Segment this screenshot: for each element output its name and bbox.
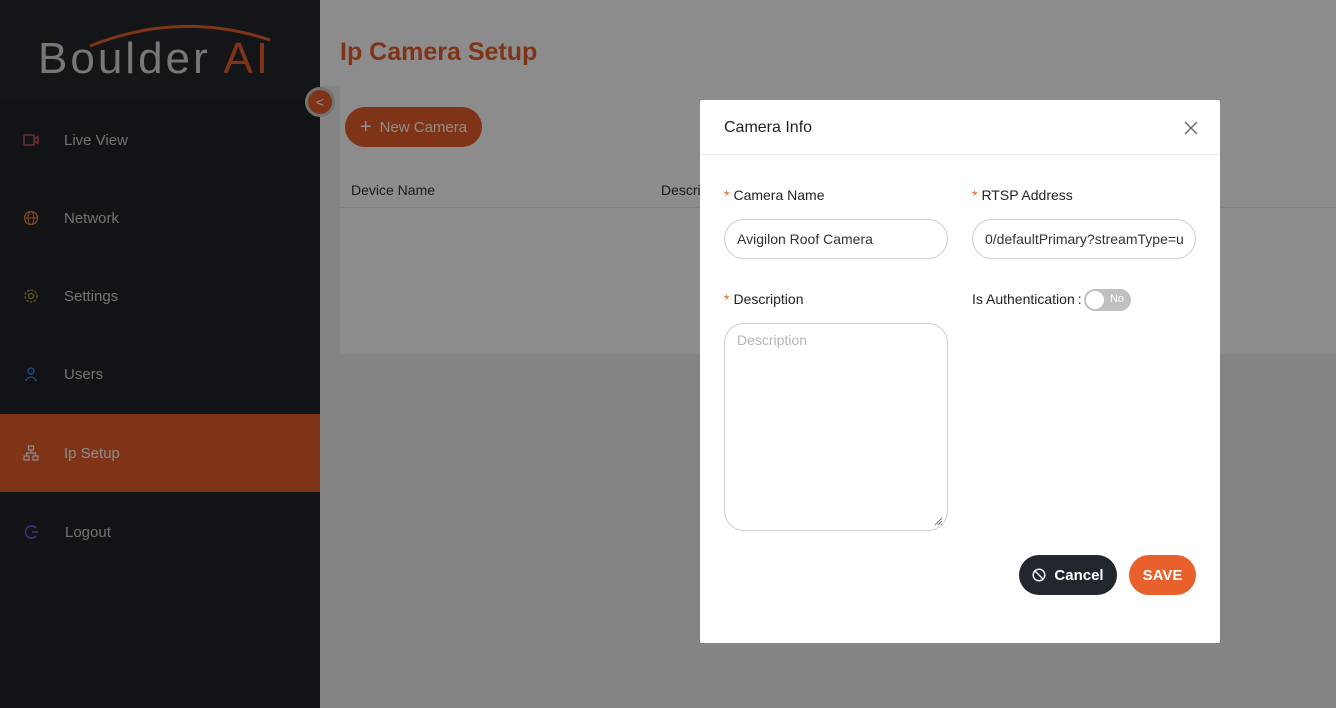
toggle-state-label: No bbox=[1109, 293, 1124, 305]
ban-icon bbox=[1032, 568, 1046, 582]
authentication-colon: : bbox=[1077, 291, 1082, 307]
description-label: * Description bbox=[724, 291, 803, 307]
camera-info-modal: Camera Info *Camera Name *RTSP Address *… bbox=[700, 100, 1220, 643]
required-mark: * bbox=[724, 291, 730, 307]
camera-name-label-text: Camera Name bbox=[733, 187, 825, 203]
required-mark: * bbox=[972, 187, 978, 203]
camera-name-label: * Camera Name bbox=[724, 187, 824, 203]
cancel-label: Cancel bbox=[1054, 566, 1104, 584]
required-mark: * bbox=[724, 187, 730, 203]
authentication-toggle[interactable]: No bbox=[1084, 289, 1131, 311]
save-button[interactable]: SAVE bbox=[1129, 555, 1196, 595]
modal-title: Camera Info bbox=[724, 119, 813, 136]
cancel-button[interactable]: Cancel bbox=[1019, 555, 1117, 595]
rtsp-address-input[interactable] bbox=[972, 219, 1196, 259]
close-button[interactable] bbox=[1180, 117, 1202, 139]
authentication-label: Is Authentication: bbox=[972, 291, 1082, 307]
save-label: SAVE bbox=[1142, 566, 1183, 584]
rtsp-address-label-text: RTSP Address bbox=[981, 187, 1073, 203]
authentication-label-text: Is Authentication bbox=[972, 291, 1075, 307]
resize-grip-icon[interactable] bbox=[933, 516, 943, 526]
rtsp-address-label: * RTSP Address bbox=[972, 187, 1073, 203]
modal-header: Camera Info bbox=[700, 100, 1220, 155]
toggle-knob bbox=[1086, 291, 1104, 309]
camera-name-input[interactable] bbox=[724, 219, 948, 259]
description-label-text: Description bbox=[733, 291, 804, 307]
description-textarea[interactable] bbox=[724, 323, 948, 531]
close-icon bbox=[1184, 121, 1198, 135]
